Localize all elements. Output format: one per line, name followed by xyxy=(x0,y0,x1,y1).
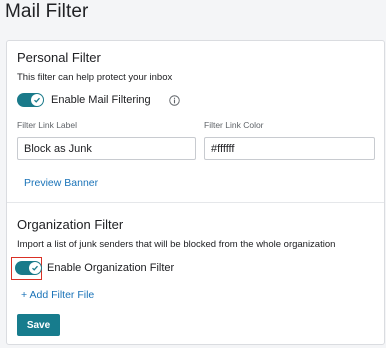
toggle-knob xyxy=(31,94,43,106)
toggle-knob xyxy=(29,262,41,274)
check-icon xyxy=(34,97,40,103)
organization-filter-title: Organization Filter xyxy=(17,217,124,232)
info-icon[interactable] xyxy=(169,95,180,106)
personal-filter-description: This filter can help protect your inbox xyxy=(17,72,173,83)
preview-banner-link[interactable]: Preview Banner xyxy=(24,177,98,189)
enable-organization-filter-toggle[interactable] xyxy=(15,261,42,275)
organization-filter-description: Import a list of junk senders that will … xyxy=(17,239,336,250)
add-filter-file-link[interactable]: + Add Filter File xyxy=(21,289,94,301)
section-divider xyxy=(7,202,384,203)
enable-mail-filtering-toggle[interactable] xyxy=(17,93,44,107)
check-icon xyxy=(32,265,38,271)
personal-filter-title: Personal Filter xyxy=(17,50,101,65)
filter-link-label-caption: Filter Link Label xyxy=(17,120,78,130)
filter-link-color-caption: Filter Link Color xyxy=(204,120,264,130)
page-title: Mail Filter xyxy=(5,1,89,22)
save-button[interactable]: Save xyxy=(17,314,60,336)
enable-mail-filtering-label: Enable Mail Filtering xyxy=(51,94,151,106)
mail-filter-card: Personal Filter This filter can help pro… xyxy=(6,40,385,345)
filter-link-label-input[interactable] xyxy=(17,137,196,160)
enable-organization-filter-label: Enable Organization Filter xyxy=(47,262,175,274)
filter-link-color-input[interactable] xyxy=(204,137,375,160)
